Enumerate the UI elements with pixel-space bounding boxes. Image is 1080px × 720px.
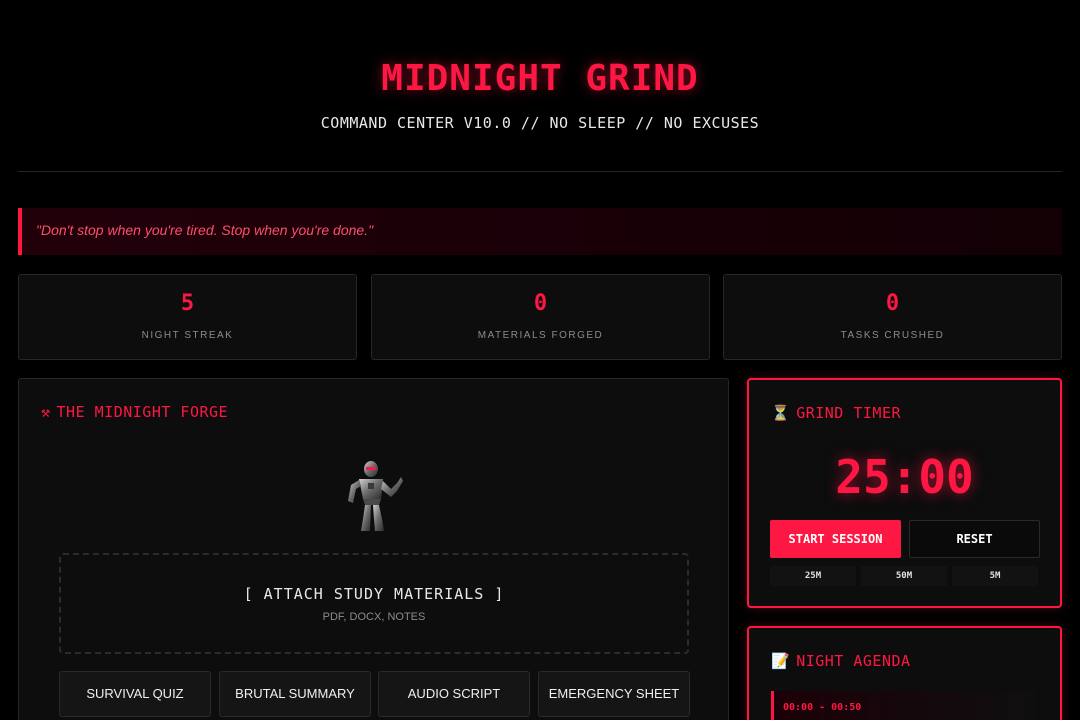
page: MIDNIGHT GRIND COMMAND CENTER V10.0 // N…: [0, 0, 1080, 720]
header: MIDNIGHT GRIND COMMAND CENTER V10.0 // N…: [18, 0, 1062, 172]
dropzone-subtitle: PDF, DOCX, NOTES: [322, 611, 426, 623]
agenda-title: 📝 NIGHT AGENDA: [771, 652, 911, 670]
brutal-summary-button[interactable]: BRUTAL SUMMARY: [219, 671, 371, 717]
stat-materials-forged: 0 MATERIALS FORGED: [371, 274, 710, 360]
timer-title: ⏳ GRIND TIMER: [771, 404, 901, 422]
preset-50m-button[interactable]: 50M: [861, 566, 947, 586]
forge-title-text: THE MIDNIGHT FORGE: [56, 403, 229, 421]
timer-display: 25:00: [835, 450, 974, 504]
app-title: MIDNIGHT GRIND: [381, 58, 699, 99]
preset-5m-button[interactable]: 5M: [952, 566, 1038, 586]
memo-icon: 📝: [771, 652, 791, 670]
stat-label: TASKS CRUSHED: [840, 330, 945, 341]
app-subtitle: COMMAND CENTER V10.0 // NO SLEEP // NO E…: [320, 114, 760, 132]
stat-tasks-crushed: 0 TASKS CRUSHED: [723, 274, 1062, 360]
hourglass-icon: ⏳: [771, 404, 791, 422]
dropzone-title: [ ATTACH STUDY MATERIALS ]: [243, 585, 505, 603]
start-session-button[interactable]: START SESSION: [770, 520, 901, 558]
survival-quiz-button[interactable]: SURVIVAL QUIZ: [59, 671, 211, 717]
forge-panel: ⚒ THE MIDNIGHT FORGE [ATTACH STUDY MATE…: [18, 378, 729, 720]
stat-value: 0: [533, 291, 548, 316]
stat-night-streak: 5 NIGHT STREAK: [18, 274, 357, 360]
timer-title-text: GRIND TIMER: [796, 404, 902, 422]
agenda-item[interactable]: 00:00 - 00:50: [771, 691, 1035, 720]
audio-script-button[interactable]: AUDIO SCRIPT: [378, 671, 530, 717]
attach-materials-dropzone[interactable]: [ ATTACH STUDY MATERIALS ] PDF, DOCX, NO…: [59, 553, 689, 654]
reset-button[interactable]: RESET: [909, 520, 1040, 558]
stat-label: MATERIALS FORGED: [477, 330, 604, 341]
stat-value: 5: [180, 291, 195, 316]
forge-title: ⚒ THE MIDNIGHT FORGE: [41, 403, 228, 421]
agenda-title-text: NIGHT AGENDA: [796, 652, 911, 670]
stat-label: NIGHT STREAK: [141, 330, 234, 341]
grind-timer-panel: ⏳ GRIND TIMER 25:00 START SESSION RESET 2…: [747, 378, 1062, 608]
night-agenda-panel: 📝 NIGHT AGENDA 00:00 - 00:50: [747, 626, 1062, 720]
hammer-pick-icon: ⚒: [41, 403, 51, 421]
agenda-item-time: 00:00 - 00:50: [783, 702, 862, 713]
stat-value: 0: [885, 291, 900, 316]
preset-25m-button[interactable]: 25M: [770, 566, 856, 586]
motivational-quote: "Don't stop when you're tired. Stop when…: [18, 208, 1062, 255]
robot-icon: [348, 461, 403, 531]
emergency-sheet-button[interactable]: EMERGENCY SHEET: [538, 671, 690, 717]
